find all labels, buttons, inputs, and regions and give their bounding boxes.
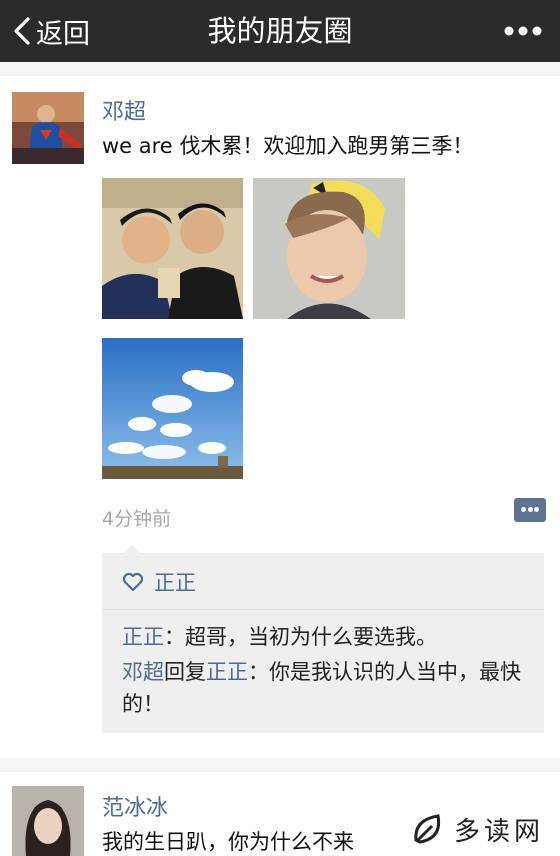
like-row: 正正 xyxy=(122,567,196,597)
comment-author[interactable]: 正正 xyxy=(122,625,164,649)
post-timestamp: 4分钟前 xyxy=(102,508,172,530)
avatar[interactable] xyxy=(12,92,84,164)
liker-name[interactable]: 正正 xyxy=(154,567,196,597)
back-label: 返回 xyxy=(36,18,90,50)
comment-item[interactable]: 正正：超哥，当初为什么要选我。 xyxy=(122,621,437,651)
comment-text: 超哥，当初为什么要选我。 xyxy=(185,625,437,649)
comment-item[interactable]: 邓超回复正正：你是我认识的人当中，最快的！ xyxy=(122,656,532,720)
more-button[interactable] xyxy=(500,14,546,48)
post-author-name[interactable]: 邓超 xyxy=(102,94,146,126)
more-dots-icon xyxy=(504,26,542,36)
divider xyxy=(102,609,544,610)
reply-word: 回复 xyxy=(164,660,206,684)
chevron-left-icon xyxy=(14,17,30,45)
post-text: 我的生日趴，你为什么不来 xyxy=(102,830,354,854)
reply-target[interactable]: 正正 xyxy=(206,660,248,684)
comment-separator: ： xyxy=(248,660,269,684)
post-photo-2[interactable] xyxy=(253,178,405,319)
comment-author[interactable]: 邓超 xyxy=(122,660,164,684)
post-photo-1[interactable] xyxy=(102,178,243,319)
avatar[interactable] xyxy=(12,786,84,856)
heart-outline-icon xyxy=(122,572,144,592)
leaf-logo-icon xyxy=(414,813,441,844)
post-author-name[interactable]: 范冰冰 xyxy=(102,790,168,822)
back-button[interactable]: 返回 xyxy=(12,10,90,52)
comment-button[interactable] xyxy=(514,498,546,522)
post-photo-3[interactable] xyxy=(102,338,243,479)
comment-separator: ： xyxy=(164,625,185,649)
comment-panel: 正正 正正：超哥，当初为什么要选我。 邓超回复正正：你是我认识的人当中，最快的！ xyxy=(102,545,544,733)
navigation-bar: 返回 我的朋友圈 xyxy=(0,0,560,62)
watermark: 多读网 xyxy=(410,811,544,848)
moment-post: 邓超 we are 伐木累！欢迎加入跑男第三季！ 4分钟前 正正 正正：超哥，当… xyxy=(0,76,560,758)
watermark-text: 多读网 xyxy=(453,817,544,847)
post-text: we are 伐木累！欢迎加入跑男第三季！ xyxy=(102,134,474,158)
